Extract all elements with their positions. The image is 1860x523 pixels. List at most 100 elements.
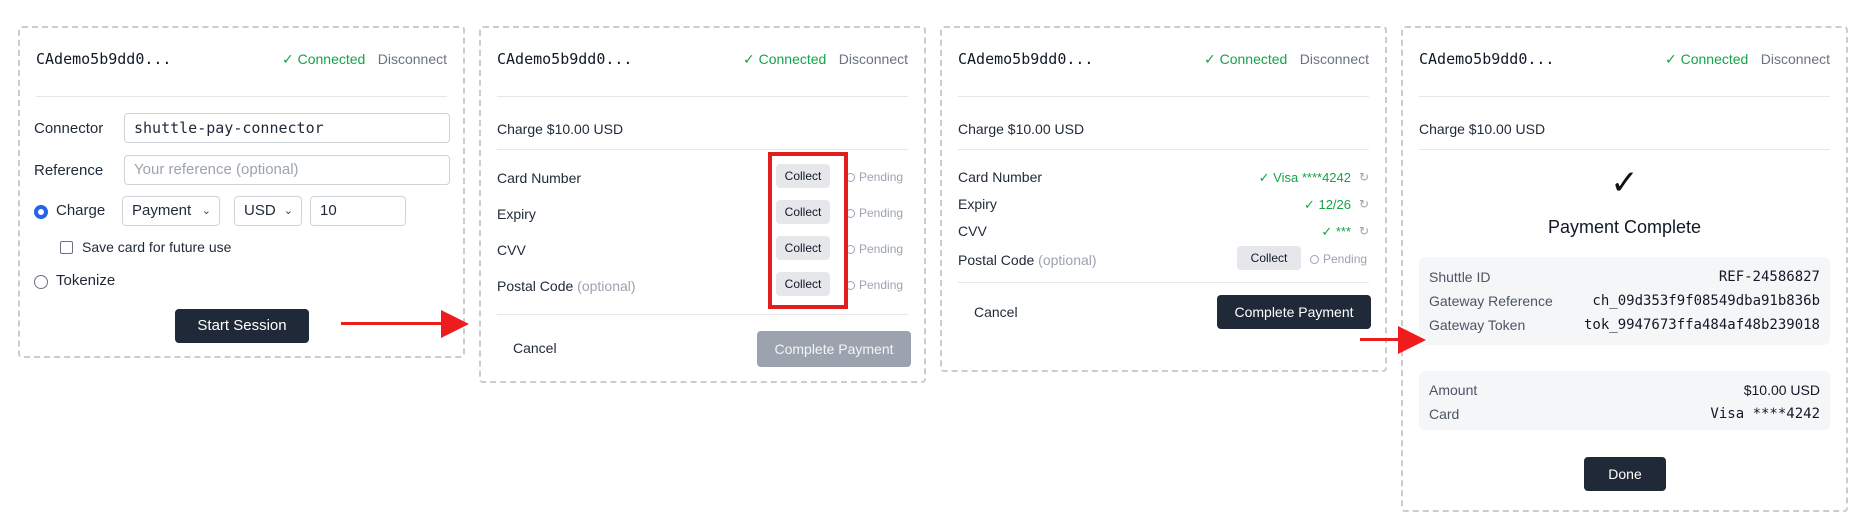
connector-label: Connector <box>34 120 104 137</box>
complete-payment-button-disabled[interactable]: Complete Payment <box>757 331 911 367</box>
connector-input[interactable]: shuttle-pay-connector <box>124 113 450 143</box>
collect-postal-code-button[interactable]: Collect <box>1237 246 1301 270</box>
card-number-label: Card Number <box>958 169 1043 185</box>
card-number-value: ✓ Visa ****4242 <box>1258 170 1351 185</box>
cvv-pending: Pending <box>846 242 903 256</box>
card-value: Visa ****4242 <box>1710 406 1820 422</box>
refresh-icon[interactable]: ↻ <box>1359 197 1369 211</box>
postal-code-label: Postal Code (optional) <box>958 252 1097 268</box>
card-number-label: Card Number <box>497 170 582 186</box>
divider <box>958 282 1369 283</box>
postal-code-pending: Pending <box>1310 252 1367 266</box>
arrow-head <box>1398 326 1426 354</box>
setup-panel: CAdemo5b9dd0... ✓ Connected Disconnect C… <box>18 26 465 358</box>
chevron-down-icon: ⌄ <box>201 205 211 217</box>
divider <box>497 96 908 97</box>
card-number-pending: Pending <box>846 170 903 184</box>
gateway-info-box: Shuttle ID REF-24586827 Gateway Referenc… <box>1419 257 1830 345</box>
divider <box>36 96 447 97</box>
pending-text: Pending <box>1323 252 1368 266</box>
arrow-shaft <box>341 322 443 325</box>
payment-complete-title: Payment Complete <box>1547 217 1702 237</box>
divider <box>958 149 1369 150</box>
arrow-right-icon <box>1360 325 1426 355</box>
cancel-button[interactable]: Cancel <box>974 304 1018 320</box>
complete-payment-button[interactable]: Complete Payment <box>1217 295 1371 329</box>
save-card-checkbox[interactable] <box>60 241 73 254</box>
divider <box>497 314 908 315</box>
session-id: CAdemo5b9dd0... <box>958 50 1094 68</box>
collected-panel: CAdemo5b9dd0... ✓ Connected Disconnect C… <box>940 26 1387 372</box>
refresh-icon[interactable]: ↻ <box>1359 224 1369 238</box>
pending-text: Pending <box>859 170 904 184</box>
done-button[interactable]: Done <box>1584 457 1666 491</box>
start-session-button[interactable]: Start Session <box>175 309 309 343</box>
expiry-pending: Pending <box>846 206 903 220</box>
divider <box>497 149 908 150</box>
disconnect-link[interactable]: Disconnect <box>839 51 908 67</box>
connected-status: ✓ Connected <box>743 51 827 67</box>
charge-label: Charge <box>56 202 106 219</box>
session-id: CAdemo5b9dd0... <box>36 50 172 68</box>
disconnect-link[interactable]: Disconnect <box>378 51 447 67</box>
arrow-shaft <box>1360 338 1400 341</box>
check-icon: ✓ <box>1610 164 1639 202</box>
arrow-right-icon <box>341 310 469 340</box>
session-id: CAdemo5b9dd0... <box>497 50 633 68</box>
tokenize-label: Tokenize <box>56 272 116 289</box>
optional-hint: (optional) <box>577 278 636 294</box>
currency-select[interactable]: USD ⌄ <box>234 196 302 226</box>
chevron-down-icon: ⌄ <box>283 205 293 217</box>
divider <box>1419 96 1830 97</box>
connected-status: ✓ Connected <box>282 51 366 67</box>
cvv-label: CVV <box>958 223 987 239</box>
highlight-box <box>768 152 848 309</box>
disconnect-link[interactable]: Disconnect <box>1300 51 1369 67</box>
reference-label: Reference <box>34 162 104 179</box>
card-label: Card <box>1429 406 1460 422</box>
complete-panel: CAdemo5b9dd0... ✓ Connected Disconnect C… <box>1401 26 1848 512</box>
expiry-value: ✓ 12/26 <box>1303 197 1351 212</box>
divider <box>1419 149 1830 150</box>
cancel-button[interactable]: Cancel <box>513 340 557 356</box>
amount-input[interactable]: 10 <box>310 196 406 226</box>
cvv-label: CVV <box>497 242 526 258</box>
postal-code-text: Postal Code <box>497 278 574 294</box>
postal-code-text: Postal Code <box>958 252 1035 268</box>
reference-input[interactable]: Your reference (optional) <box>124 155 450 185</box>
expiry-label: Expiry <box>497 206 536 222</box>
refresh-icon[interactable]: ↻ <box>1359 170 1369 184</box>
cvv-value: ✓ *** <box>1321 224 1351 239</box>
collect-panel: CAdemo5b9dd0... ✓ Connected Disconnect C… <box>479 26 926 383</box>
charge-radio[interactable] <box>34 205 48 219</box>
pending-text: Pending <box>859 278 904 292</box>
currency-value: USD <box>244 202 276 219</box>
disconnect-link[interactable]: Disconnect <box>1761 51 1830 67</box>
arrow-head <box>441 310 469 338</box>
pending-text: Pending <box>859 242 904 256</box>
gateway-reference-label: Gateway Reference <box>1429 293 1553 309</box>
shuttle-id-value: REF-24586827 <box>1718 269 1820 285</box>
pending-text: Pending <box>859 206 904 220</box>
pending-circle-icon <box>1310 255 1319 264</box>
connected-status: ✓ Connected <box>1665 51 1749 67</box>
shuttle-id-label: Shuttle ID <box>1429 269 1491 285</box>
gateway-reference-value: ch_09d353f9f08549dba91b836b <box>1592 293 1820 309</box>
expiry-label: Expiry <box>958 196 997 212</box>
gateway-token-value: tok_9947673ffa484af48b239018 <box>1583 317 1820 333</box>
payment-type-select[interactable]: Payment ⌄ <box>122 196 220 226</box>
charge-title: Charge $10.00 USD <box>497 121 624 137</box>
postal-code-label: Postal Code (optional) <box>497 278 636 294</box>
amount-value: $10.00 USD <box>1743 382 1820 398</box>
gateway-token-label: Gateway Token <box>1429 317 1526 333</box>
session-id: CAdemo5b9dd0... <box>1419 50 1555 68</box>
charge-title: Charge $10.00 USD <box>958 121 1085 137</box>
payment-summary-box: Amount $10.00 USD Card Visa ****4242 <box>1419 371 1830 430</box>
optional-hint: (optional) <box>1038 252 1097 268</box>
charge-title: Charge $10.00 USD <box>1419 121 1546 137</box>
payment-type-value: Payment <box>132 202 192 219</box>
postal-code-pending: Pending <box>846 278 903 292</box>
tokenize-radio[interactable] <box>34 275 48 289</box>
save-card-label: Save card for future use <box>82 239 232 255</box>
amount-label: Amount <box>1429 382 1478 398</box>
